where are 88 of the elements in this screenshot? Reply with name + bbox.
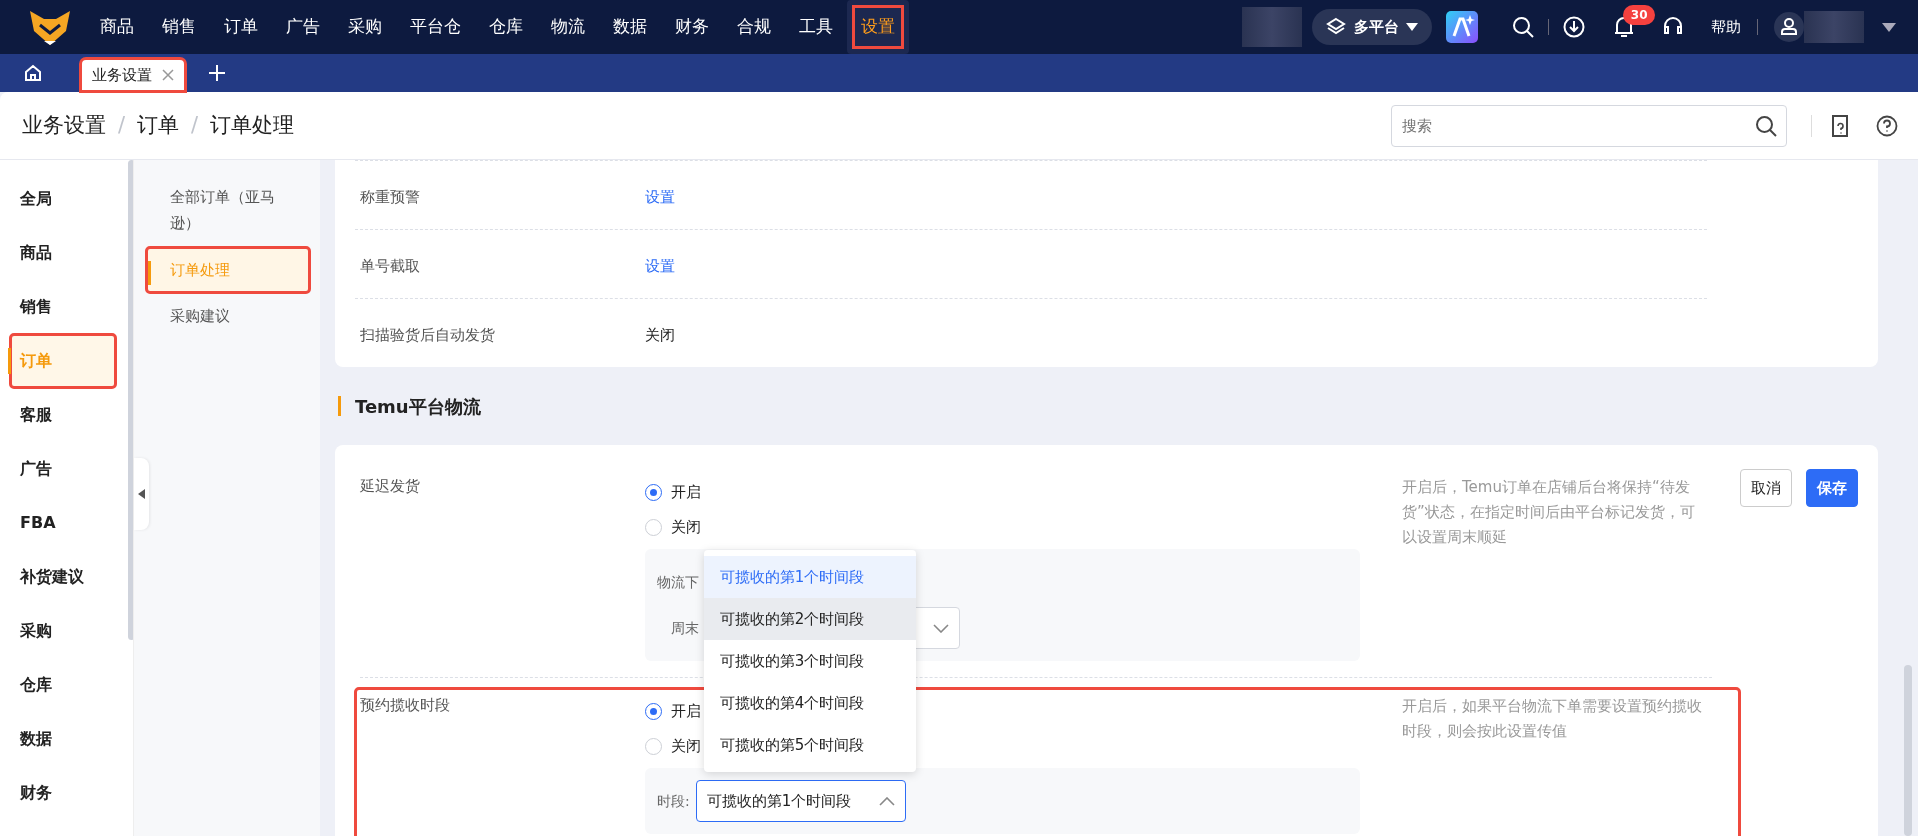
- breadcrumb-item[interactable]: 业务设置: [22, 109, 106, 142]
- setting-label: 预约揽收时段: [360, 695, 451, 716]
- subnav-item[interactable]: 采购建议: [145, 292, 310, 339]
- sidebar-item[interactable]: 财务: [10, 766, 116, 820]
- sidebar-item[interactable]: 商品: [10, 226, 116, 280]
- sidebar-item[interactable]: 销售: [10, 280, 116, 334]
- top-nav-item[interactable]: 财务: [661, 0, 723, 54]
- help-icon[interactable]: [1876, 114, 1898, 137]
- field-label: 周末: [671, 618, 699, 638]
- dropdown-option[interactable]: 可揽收的第2个时间段: [703, 598, 916, 640]
- top-nav-item[interactable]: 广告: [272, 0, 334, 54]
- close-icon[interactable]: [162, 69, 174, 81]
- dropdown-option[interactable]: 可揽收的第3个时间段: [703, 640, 916, 682]
- setting-label: 扫描验货后自动发货: [360, 325, 496, 345]
- field-label: 物流下: [657, 572, 699, 592]
- search-icon[interactable]: [1512, 16, 1534, 38]
- setting-label: 延迟发货: [360, 476, 421, 497]
- sidebar-item[interactable]: FBA: [10, 496, 116, 550]
- setting-label: 单号截取: [360, 256, 421, 276]
- top-nav-item[interactable]: 设置: [847, 0, 909, 54]
- help-link[interactable]: 帮助: [1711, 15, 1741, 39]
- notification-badge: 30: [1623, 5, 1656, 26]
- sidebar-item[interactable]: 补货建议: [10, 550, 116, 604]
- radio-button[interactable]: [645, 484, 662, 501]
- sidebar-item[interactable]: 数据: [10, 712, 116, 766]
- dropdown-option[interactable]: 可揽收的第5个时间段: [703, 724, 916, 766]
- search-field[interactable]: 搜索: [1391, 104, 1787, 147]
- subnav-item[interactable]: 全部订单（亚马逊）: [145, 174, 310, 247]
- scrollbar[interactable]: [1904, 665, 1912, 836]
- chevron-down-icon: [933, 623, 949, 633]
- radio-button[interactable]: [645, 703, 662, 720]
- document-help-icon[interactable]: [1830, 113, 1850, 138]
- breadcrumb-item[interactable]: 订单处理: [210, 109, 295, 142]
- collapse-handle[interactable]: [133, 458, 149, 530]
- radio-option[interactable]: 开启: [645, 694, 701, 729]
- ai-sparkle-icon[interactable]: [1446, 11, 1478, 43]
- radio-label: 开启: [671, 701, 701, 723]
- breadcrumb-item[interactable]: 订单: [137, 109, 180, 142]
- add-tab-icon[interactable]: [208, 64, 226, 82]
- download-icon[interactable]: [1563, 16, 1585, 38]
- setting-description: 开启后，Temu订单在店铺后台将保持“待发货”状态，在指定时间后由平台标记发货，可以设置周末顺延: [1401, 477, 1696, 548]
- radio-option[interactable]: 关闭: [645, 510, 701, 545]
- sidebar-item[interactable]: 仓库: [10, 658, 116, 712]
- settings-link[interactable]: 设置: [645, 187, 675, 207]
- section-marker: [338, 396, 341, 416]
- top-nav-item[interactable]: 合规: [723, 0, 785, 54]
- redacted-block: [1804, 11, 1864, 43]
- sidebar-item[interactable]: 客服: [10, 388, 116, 442]
- search-icon[interactable]: [1755, 114, 1777, 137]
- caret-icon[interactable]: [1882, 22, 1896, 32]
- cancel-button[interactable]: 取消: [1740, 469, 1792, 507]
- avatar-icon[interactable]: [1774, 12, 1804, 42]
- setting-value: 关闭: [645, 325, 675, 345]
- radio-label: 关闭: [671, 517, 701, 539]
- field-label: 时段:: [657, 791, 690, 811]
- top-nav-item[interactable]: 仓库: [475, 0, 537, 54]
- save-button[interactable]: 保存: [1806, 469, 1858, 507]
- breadcrumb-separator: /: [118, 111, 126, 139]
- top-nav-item[interactable]: 商品: [86, 0, 148, 54]
- radio-label: 关闭: [671, 736, 701, 758]
- top-nav-item[interactable]: 采购: [334, 0, 396, 54]
- radio-option[interactable]: 开启: [645, 475, 701, 510]
- dropdown-option[interactable]: 可揽收的第1个时间段: [703, 556, 916, 598]
- dropdown-option[interactable]: 可揽收的第4个时间段: [703, 682, 916, 724]
- sidebar-item[interactable]: 采购: [10, 604, 116, 658]
- top-nav-item[interactable]: 订单: [210, 0, 272, 54]
- top-nav-item[interactable]: 数据: [599, 0, 661, 54]
- layers-icon: [1326, 17, 1346, 37]
- page-tab[interactable]: 业务设置: [80, 58, 186, 92]
- setting-description: 开启后，如果平台物流下单需要设置预约揽收时段，则会按此设置传值: [1401, 696, 1703, 742]
- top-nav-item[interactable]: 销售: [148, 0, 210, 54]
- breadcrumb-separator: /: [191, 111, 199, 139]
- top-nav-item[interactable]: 平台仓: [396, 0, 475, 54]
- select-field[interactable]: 可揽收的第1个时间段: [695, 780, 906, 822]
- home-icon[interactable]: [23, 63, 43, 83]
- section-title: Temu平台物流: [355, 394, 481, 419]
- settings-link[interactable]: 设置: [645, 256, 675, 276]
- sidebar-item[interactable]: 全局: [10, 172, 116, 226]
- platform-switch[interactable]: 多平台: [1312, 9, 1432, 45]
- setting-label: 称重预警: [360, 187, 421, 207]
- redacted-block: [1242, 7, 1302, 47]
- collapse-icon[interactable]: [137, 489, 145, 499]
- top-nav-item[interactable]: 工具: [785, 0, 847, 54]
- radio-label: 开启: [671, 482, 701, 504]
- top-nav-item[interactable]: 物流: [537, 0, 599, 54]
- radio-option[interactable]: 关闭: [645, 729, 701, 764]
- sidebar-item[interactable]: 广告: [10, 442, 116, 496]
- chevron-up-icon: [878, 796, 895, 806]
